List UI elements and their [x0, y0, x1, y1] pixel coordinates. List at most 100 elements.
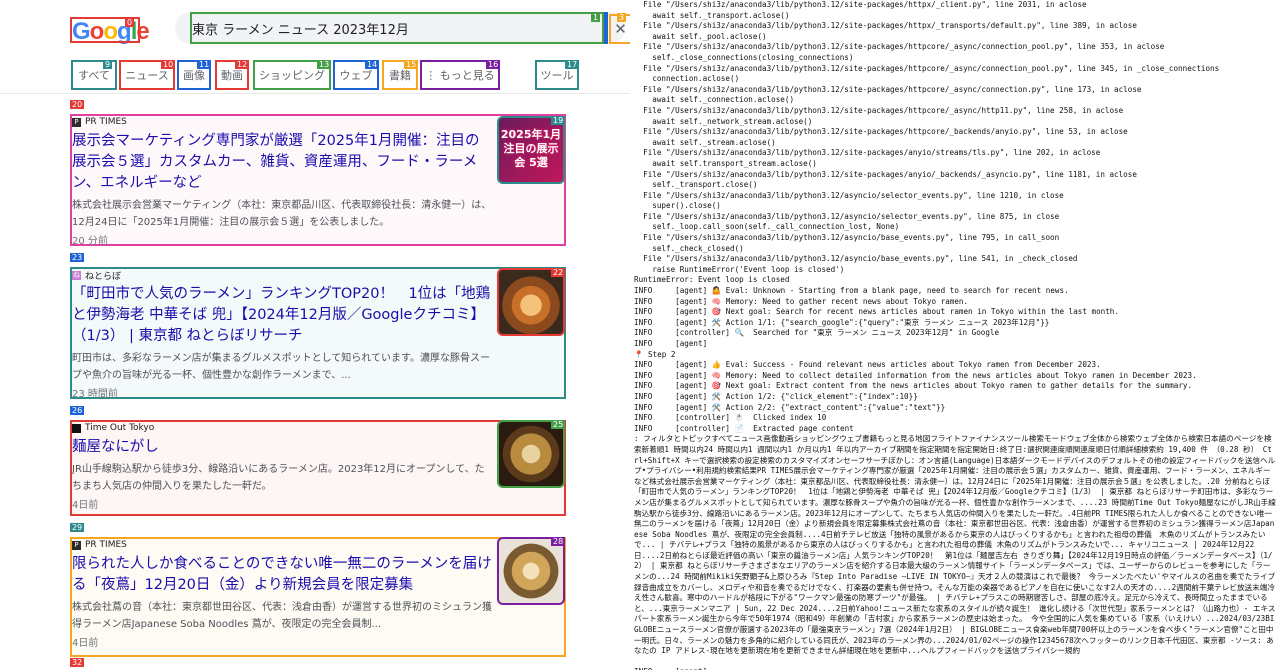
terminal-line: INFO [agent] [634, 339, 1276, 350]
terminal-line: INFO [controller] 🔍 Searched for "東京 ラーメ… [634, 328, 1276, 339]
index-label-result: 26 [70, 406, 84, 415]
search-result: P PR TIMES 展示会マーケティング専門家が厳選「2025年1月開催：注目の展… [72, 116, 492, 247]
terminal-line: raise RuntimeError('Event loop is closed… [634, 265, 1276, 276]
tab-label: 動画 [221, 67, 243, 83]
result-thumbnail[interactable] [497, 537, 565, 605]
terminal-line: await self.transport_stream.aclose() [634, 159, 1276, 170]
terminal-line: File "/Users/shi3z/anaconda3/lib/python3… [634, 191, 1276, 202]
terminal-line: File "/Users/shi3z/anaconda3/lib/python3… [634, 106, 1276, 117]
terminal-line: self._loop.call_soon(self._call_connecti… [634, 222, 1276, 233]
thumbnail-caption: 2025年1月 注目の展示会 5選 [499, 118, 563, 170]
search-result: ねねとらぼ「町田市で人気のラーメン」ランキングTOP20！ 1位は「地鶏と伊勢海… [72, 269, 492, 400]
index-label-tab: 9 [103, 60, 112, 69]
index-label-tab: 15 [404, 60, 418, 69]
terminal-pane: File "/Users/shi3z/anaconda3/lib/python3… [630, 0, 1280, 670]
highlight-search [190, 12, 604, 44]
terminal-line: File "/Users/shi3z/anaconda3/lib/python3… [634, 148, 1276, 159]
terminal-line: INFO [agent] 🎯 Next goal: Search for rec… [634, 307, 1276, 318]
result-time: 4日前 [72, 496, 492, 511]
terminal-line: await self._network_stream.aclose() [634, 117, 1276, 128]
tab-label: ⋮ もっと見る [425, 67, 495, 83]
terminal-line: File "/Users/shi3z/anaconda3/lib/python3… [634, 212, 1276, 223]
index-label-next: 32 [70, 658, 84, 667]
result-source: ねねとらぼ [72, 269, 492, 281]
favicon-icon [72, 424, 81, 433]
result-snippet: 株式会社展示会営業マーケティング（本社：東京都品川区、代表取締役社長：清永健一）… [72, 197, 492, 231]
favicon-icon: ね [72, 271, 81, 280]
terminal-extracted-content: : フィルタとトピックすべてニュース画像動画ショッピングウェブ書籍もっと見る地図… [634, 434, 1276, 656]
result-thumbnail[interactable] [497, 420, 565, 488]
source-name: ねとらぼ [85, 269, 121, 282]
terminal-line: File "/Users/shi3z/anaconda3/lib/python3… [634, 170, 1276, 181]
tab-label: すべて [78, 67, 110, 83]
index-label-thumbnail: 25 [551, 420, 565, 429]
terminal-line [634, 657, 1276, 668]
highlight-divider [604, 12, 608, 44]
result-thumbnail[interactable] [497, 268, 565, 336]
index-label-thumbnail: 28 [551, 537, 565, 546]
terminal-line: INFO [controller] 🖱️ Clicked index 10 [634, 413, 1276, 424]
favicon-icon: P [72, 118, 81, 127]
result-title[interactable]: 限られた人しか食べることのできない唯一無二のラーメンを届ける「夜蔦」12月20日… [72, 554, 492, 596]
tab-label: ウェブ [340, 67, 373, 83]
terminal-line: INFO [controller] 📄 Extracted page conte… [634, 424, 1276, 435]
terminal-line: File "/Users/shi3z/anaconda3/lib/python3… [634, 64, 1276, 75]
result-title[interactable]: 展示会マーケティング専門家が厳選「2025年1月開催：注目の展示会５選」カスタム… [72, 131, 492, 194]
source-name: PR TIMES [85, 540, 127, 550]
terminal-line: self._close_connections(closing_connecti… [634, 53, 1276, 64]
index-label-tab: 13 [317, 60, 331, 69]
result-snippet: 町田市は、多彩なラーメン店が集まるグルメスポットとして知られています。濃厚な豚骨… [72, 350, 492, 384]
terminal-line: File "/Users/shi3z/anaconda3/lib/python3… [634, 85, 1276, 96]
terminal-line: File "/Users/shi3z/anaconda3/lib/python3… [634, 233, 1276, 244]
close-icon: ✕ [614, 20, 627, 38]
index-label-logo: 0 [125, 18, 134, 27]
favicon-icon: P [72, 541, 81, 550]
index-label-thumbnail: 22 [551, 268, 565, 277]
index-label-tab: 10 [161, 60, 175, 69]
terminal-line: File "/Users/shi3z/anaconda3/lib/python3… [634, 0, 1276, 11]
index-label-tab: 12 [235, 60, 249, 69]
terminal-line: File "/Users/shi3z/anaconda3/lib/python3… [634, 21, 1276, 32]
source-name: Time Out Tokyo [85, 423, 154, 433]
terminal-line: File "/Users/shi3z/anaconda3/lib/python3… [634, 42, 1276, 53]
result-title[interactable]: 麺屋なにがし [72, 437, 492, 458]
browser-pane: Google 0 1 ✕ 3 すべて9ニュース10画像11動画12ショッピング1… [0, 0, 630, 670]
search-result: P PR TIMES 限られた人しか食べることのできない唯一無二のラーメンを届ける「… [72, 539, 492, 649]
tab-label: ツール [541, 67, 574, 83]
source-name: PR TIMES [85, 117, 127, 127]
terminal-line: await self._connection.aclose() [634, 95, 1276, 106]
tab-label: ニュース [125, 67, 168, 83]
terminal-line: connection.aclose() [634, 74, 1276, 85]
terminal-line: File "/Users/shi3z/anaconda3/lib/python3… [634, 127, 1276, 138]
terminal-line: super().close() [634, 201, 1276, 212]
terminal-line: self._check_closed() [634, 244, 1276, 255]
result-time: 20 分前 [72, 232, 492, 247]
terminal-line: File "/Users/shi3z/anaconda3/lib/python3… [634, 254, 1276, 265]
terminal-line: INFO [agent] 🛠️ Action 1/1: {"search_goo… [634, 318, 1276, 329]
index-label-result: 20 [70, 100, 84, 109]
index-label-tab: 11 [197, 60, 211, 69]
terminal-line: await self._stream.aclose() [634, 138, 1276, 149]
terminal-line: INFO [agent] 🎯 Next goal: Extract conten… [634, 381, 1276, 392]
result-snippet: JR山手線駒込駅から徒歩3分、線路沿いにあるラーメン店。2023年12月にオープ… [72, 461, 492, 495]
result-source: Time Out Tokyo [72, 422, 492, 434]
index-label-close: 3 [617, 13, 626, 22]
result-time: 23 時間前 [72, 385, 492, 400]
index-label-result: 23 [70, 253, 84, 262]
terminal-line: 📍 Step 2 [634, 350, 1276, 361]
terminal-line: INFO [agent] 🛠️ Action 2/2: {"extract_co… [634, 403, 1276, 414]
result-source: P PR TIMES [72, 539, 492, 551]
terminal-line: await self._pool.aclose() [634, 32, 1276, 43]
index-label-tab: 17 [565, 60, 579, 69]
tab-label: 書籍 [389, 67, 411, 83]
index-label-tab: 14 [365, 60, 379, 69]
result-source: P PR TIMES [72, 116, 492, 128]
result-thumbnail[interactable]: 2025年1月 注目の展示会 5選 [497, 116, 565, 184]
tab-label: 画像 [183, 67, 205, 83]
tabs-divider [0, 93, 630, 94]
terminal-line: INFO [agent] 🧠 Memory: Need to collect d… [634, 371, 1276, 382]
search-result: Time Out Tokyo 麺屋なにがし JR山手線駒込駅から徒歩3分、線路沿いに… [72, 422, 492, 511]
result-title[interactable]: 「町田市で人気のラーメン」ランキングTOP20！ 1位は「地鶏と伊勢海老 中華そ… [72, 284, 492, 347]
result-snippet: 株式会社蔦の音（本社：東京都世田谷区、代表：浅倉由香）が運営する世界初のミシュラ… [72, 599, 492, 633]
index-label-tab: 16 [486, 60, 500, 69]
